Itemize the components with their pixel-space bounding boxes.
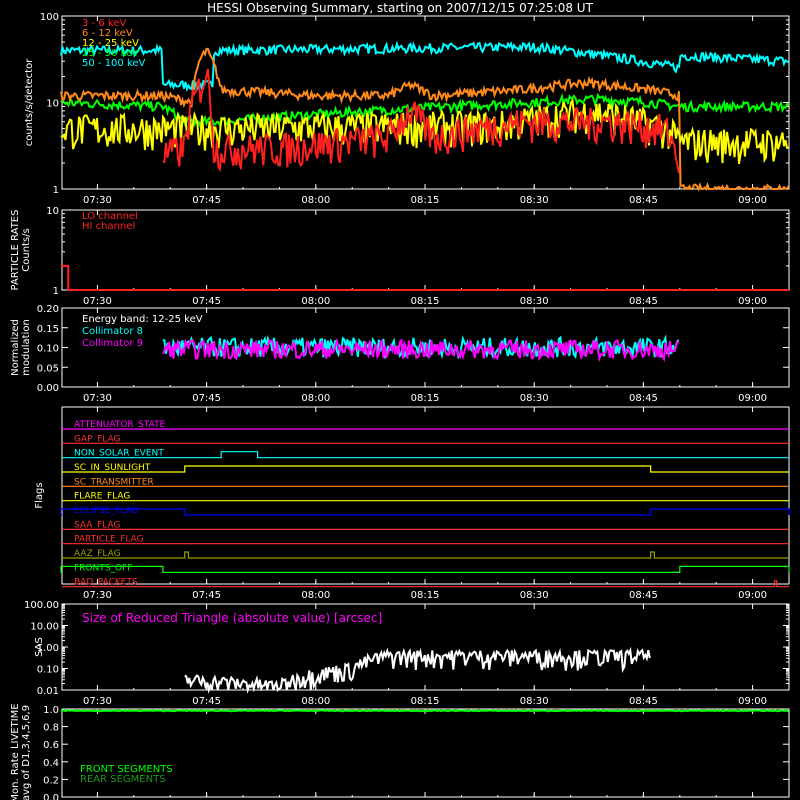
x-tick-label: 07:45 [192,195,221,206]
y-tick-label: 1 [53,286,59,297]
x-tick-label: 09:00 [738,696,767,707]
y-axis-label: Counts/s [21,228,32,272]
hessi-summary: HESSI Observing Summary, starting on 200… [0,0,800,800]
legend-entry: Collimator 9 [82,338,143,349]
flag-label: ECLIPSE_FLAG [74,506,138,516]
y-axis-label: PARTICLE RATES [10,210,21,291]
y-tick-label: 10 [46,206,59,217]
livetime-panel: 0.0 0.2 0.4 0.6 0.8 1.0 Mon. Rate LIVETIME avg … [10,703,790,800]
x-tick-label: 07:45 [192,696,221,707]
series-line-0 [60,709,789,713]
y-tick-label: 10 [46,99,59,110]
y-tick-label: 0.20 [37,304,59,315]
legend-entry: HI channel [82,221,135,232]
y-tick-label: 0.0 [43,793,59,800]
y-axis-label: avg of D1,3,4,5,6,9 [21,705,32,800]
y-tick-label: 0.6 [43,740,59,751]
y-tick-label: 1.0 [43,705,59,716]
x-tick-label: 09:00 [738,296,767,307]
legend-entry: Collimator 8 [82,326,143,337]
x-tick-label: 07:30 [83,296,112,307]
x-tick-label: 08:15 [411,696,440,707]
sas-title: Size of Reduced Triangle (absolute value… [82,611,382,625]
x-tick-label: 09:00 [738,590,767,601]
y-axis-label: Flags [34,482,45,508]
y-axis-label: counts/s/detector [24,58,35,146]
legend-entry: 50 - 100 keV [82,58,146,69]
x-tick-label: 08:45 [629,195,658,206]
flags-panel: 07:30 07:45 08:00 08:15 08:30 08:45 09:00 Flags… [34,406,790,601]
y-tick-label: 0.00 [37,383,59,394]
x-tick-label: 08:00 [301,696,330,707]
x-tick-label: 07:45 [192,393,221,404]
x-tick-label: 07:45 [192,590,221,601]
legend-entry: REAR SEGMENTS [80,774,166,785]
y-axis-label: modulation [21,319,32,376]
flag-line-9 [62,551,789,559]
y-tick-label: 0.8 [43,723,59,734]
y-tick-label: 0.4 [43,758,59,769]
particle-panel: 07:30 07:45 08:00 08:15 08:30 08:45 09:00 1 10 PA… [10,206,790,307]
x-tick-label: 08:45 [629,393,658,404]
y-tick-label: 0.10 [37,344,59,355]
x-tick-label: 08:30 [520,195,549,206]
sas-panel: 07:30 07:45 08:00 08:15 08:30 08:45 09:00 0.01 0… [24,600,790,707]
series-line-0 [184,646,651,694]
lightcurves-panel: 07:30 07:45 08:00 08:15 08:30 08:45 09:00 1 10 10… [24,12,790,206]
flag-line-6 [60,508,790,516]
x-tick-label: 08:15 [411,296,440,307]
particle-frame [61,209,790,291]
x-tick-label: 07:45 [192,296,221,307]
modulation-panel: 07:30 07:45 08:00 08:15 08:30 08:45 09:00 0.00 0… [10,304,790,404]
x-tick-label: 07:30 [83,195,112,206]
y-tick-label: 100.00 [24,600,59,611]
x-tick-label: 09:00 [738,195,767,206]
y-tick-label: 0.05 [37,363,59,374]
y-axis-label: SAS [34,637,45,657]
x-tick-label: 08:00 [301,393,330,404]
series-line-0 [60,40,789,93]
y-axis-label: Mon. Rate LIVETIME [10,703,21,800]
x-tick-label: 08:30 [520,696,549,707]
x-tick-label: 08:45 [629,296,658,307]
x-tick-label: 09:00 [738,393,767,404]
x-tick-label: 08:45 [629,696,658,707]
x-tick-label: 07:30 [83,696,112,707]
y-tick-label: 0.01 [37,686,59,697]
y-tick-label: 100 [40,12,59,23]
flag-line-3 [62,465,789,473]
x-tick-label: 08:00 [301,195,330,206]
x-tick-label: 08:15 [411,393,440,404]
x-tick-label: 08:15 [411,195,440,206]
y-tick-label: 0.2 [43,775,59,786]
y-tick-label: 0.15 [37,324,59,335]
y-tick-label: 10.00 [30,622,59,633]
y-axis-label: Normalized [10,319,21,376]
x-tick-label: 08:00 [301,296,330,307]
flag-line-10 [60,565,790,573]
summary-plot: HESSI Observing Summary, starting on 200… [10,1,790,800]
x-tick-label: 08:30 [520,296,549,307]
flag-label: FRONTS_OFF [74,563,132,573]
x-tick-label: 07:30 [83,590,112,601]
flag-line-2 [62,451,789,459]
page-title: HESSI Observing Summary, starting on 200… [207,1,593,15]
x-tick-label: 08:30 [520,590,549,601]
x-tick-label: 08:45 [629,590,658,601]
y-tick-label: 1 [53,185,59,196]
legend-entry: Energy band: 12-25 keV [82,314,203,325]
x-tick-label: 08:00 [301,590,330,601]
y-tick-label: 0.10 [37,665,59,676]
x-tick-label: 08:15 [411,590,440,601]
livetime-frame [61,708,790,798]
x-tick-label: 07:30 [83,393,112,404]
x-tick-label: 08:30 [520,393,549,404]
